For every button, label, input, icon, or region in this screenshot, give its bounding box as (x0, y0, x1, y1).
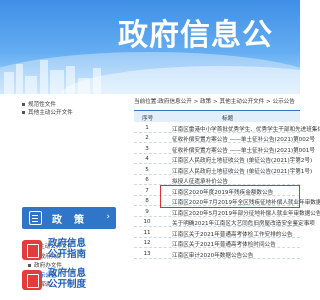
column-header-no: 序号 (142, 116, 154, 122)
page-header: 政府信息公 (0, 0, 300, 94)
column-header-title: 标题 (222, 116, 234, 122)
table-header: 序号 标题 (134, 110, 300, 122)
skyline-decoration (0, 56, 120, 94)
tile-disclosure-system[interactable]: 政府信息 公开制度 (20, 267, 124, 293)
breadcrumb-path[interactable]: 政府信息公开 > 政策 > 其他主动公开文件 > 公示公告 (158, 99, 295, 105)
table-row[interactable]: 6 拟授人征遗承补价公告 (134, 175, 300, 185)
highlight-box (160, 185, 300, 208)
policy-menu-label: 政策 (52, 215, 96, 226)
sidebar-link-normative[interactable]: 规范性文件 (22, 101, 73, 109)
chevron-right-icon: › (106, 212, 110, 222)
sidebar: 规范性文件 其他主动公开文件 政策 › 其他主动公开文件 区政府文件 政府办文件… (0, 97, 124, 300)
tile-disclosure-guide[interactable]: 政府信息 公开指南 (20, 237, 124, 263)
table-row[interactable]: 13 江南区审计2020年数据公告公告 (134, 248, 300, 259)
breadcrumb: 当前位置:政府信息公开 > 政策 > 其他主动公开文件 > 公示公告 (134, 99, 295, 105)
policy-menu-button[interactable]: 政策 › (22, 207, 116, 229)
banner-title: 政府信息公 (118, 18, 273, 53)
guide-book-icon (22, 240, 42, 260)
bullet-icon (22, 111, 25, 114)
table-row[interactable]: 12 江南区关于2021年普通高考体检时间公告 (134, 238, 300, 248)
bullet-icon (22, 103, 25, 106)
table-row[interactable]: 2 征收补偿安置方案公告 ——单土征补公告(2021)第002号 (134, 133, 315, 143)
sidebar-link-other[interactable]: 其他主动公开文件 (22, 109, 73, 117)
table-row[interactable]: 10 关于明确2021年江南区大艺同危旧房屋改造安全鉴定事项 (134, 217, 315, 227)
table-row[interactable]: 4 江南区人民政府土地征收公告 (单征公告(2021)宇第2号) (134, 154, 312, 164)
system-doc-icon (22, 270, 42, 290)
table-row[interactable]: 11 江南区关于2021年普通高考体检工作安排的公告 (134, 227, 300, 238)
sidebar-top-links: 规范性文件 其他主动公开文件 (22, 101, 73, 117)
table-row[interactable]: 5 江南区人民政府土地征收公告 (单征公告(2021)宇第1号) (134, 164, 312, 175)
table-row[interactable]: 3 征收补偿安置方案公告 ——单土征补公告(2021)第001号 (134, 143, 315, 154)
document-icon (29, 211, 42, 225)
table-row[interactable]: 1 江南区雷港中小学首批优秀学生、优秀学生干部和先进班集体 (134, 122, 320, 133)
